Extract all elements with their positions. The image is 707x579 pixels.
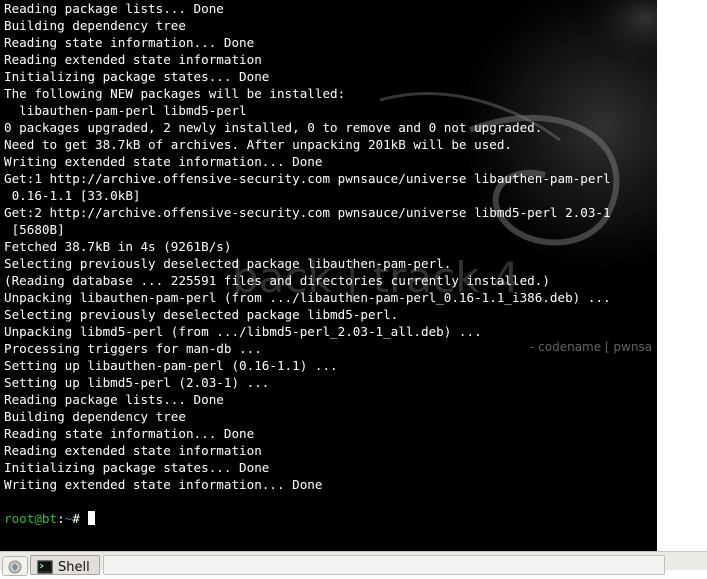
taskbar-item-shell[interactable]: Shell — [30, 555, 100, 575]
terminal-line: Selecting previously deselected package … — [4, 256, 452, 271]
terminal-line: 0.16-1.1 [33.0kB] — [4, 188, 141, 203]
terminal-line: Writing extended state information... Do… — [4, 477, 323, 492]
terminal-line: Initializing package states... Done — [4, 69, 270, 84]
prompt-user-host: root@bt — [4, 511, 58, 526]
terminal-line: Initializing package states... Done — [4, 460, 270, 475]
terminal-line: Reading extended state information — [4, 52, 262, 67]
terminal-line: Processing triggers for man-db ... — [4, 341, 262, 356]
terminal-line: 0 packages upgraded, 2 newly installed, … — [4, 120, 543, 135]
terminal-window[interactable]: back | track 4 - codename [ pwnsa Readin… — [0, 0, 657, 551]
terminal-line: (Reading database ... 225591 files and d… — [4, 273, 550, 288]
kde-logo-icon — [8, 560, 22, 574]
terminal-line: Reading extended state information — [4, 443, 262, 458]
terminal-line: [5680B] — [4, 222, 65, 237]
text-cursor — [88, 511, 96, 525]
terminal-line: Get:2 http://archive.offensive-security.… — [4, 205, 611, 220]
terminal-line: Building dependency tree — [4, 409, 186, 424]
terminal-line: Reading state information... Done — [4, 35, 255, 50]
prompt-separator: : — [57, 511, 65, 526]
terminal-line: libauthen-pam-perl libmd5-perl — [4, 103, 247, 118]
terminal-line: Unpacking libauthen-pam-perl (from .../l… — [4, 290, 611, 305]
terminal-line: Fetched 38.7kB in 4s (9261B/s) — [4, 239, 232, 254]
terminal-line: Unpacking libmd5-perl (from .../libmd5-p… — [4, 324, 482, 339]
terminal-line: Building dependency tree — [4, 18, 186, 33]
taskbar: Shell — [0, 551, 707, 576]
desktop-background — [657, 0, 707, 551]
terminal-line: Get:1 http://archive.offensive-security.… — [4, 171, 611, 186]
prompt-symbol: # — [72, 511, 88, 526]
terminal-line: Reading package lists... Done — [4, 1, 224, 16]
terminal-line: Reading state information... Done — [4, 426, 255, 441]
terminal-line: Writing extended state information... Do… — [4, 154, 323, 169]
terminal-line: Reading package lists... Done — [4, 392, 224, 407]
terminal-line: Need to get 38.7kB of archives. After un… — [4, 137, 512, 152]
terminal-prompt[interactable]: root@bt:~# — [4, 510, 657, 527]
start-menu-button[interactable] — [2, 556, 28, 576]
terminal-line: The following NEW packages will be insta… — [4, 86, 346, 101]
taskbar-empty-area — [103, 555, 665, 575]
terminal-line: Setting up libmd5-perl (2.03-1) ... — [4, 375, 270, 390]
terminal-icon — [37, 560, 53, 574]
terminal-line: Setting up libauthen-pam-perl (0.16-1.1)… — [4, 358, 338, 373]
taskbar-item-label: Shell — [58, 560, 90, 575]
terminal-line: Selecting previously deselected package … — [4, 307, 399, 322]
terminal-output[interactable]: Reading package lists... Done Building de… — [4, 0, 657, 527]
